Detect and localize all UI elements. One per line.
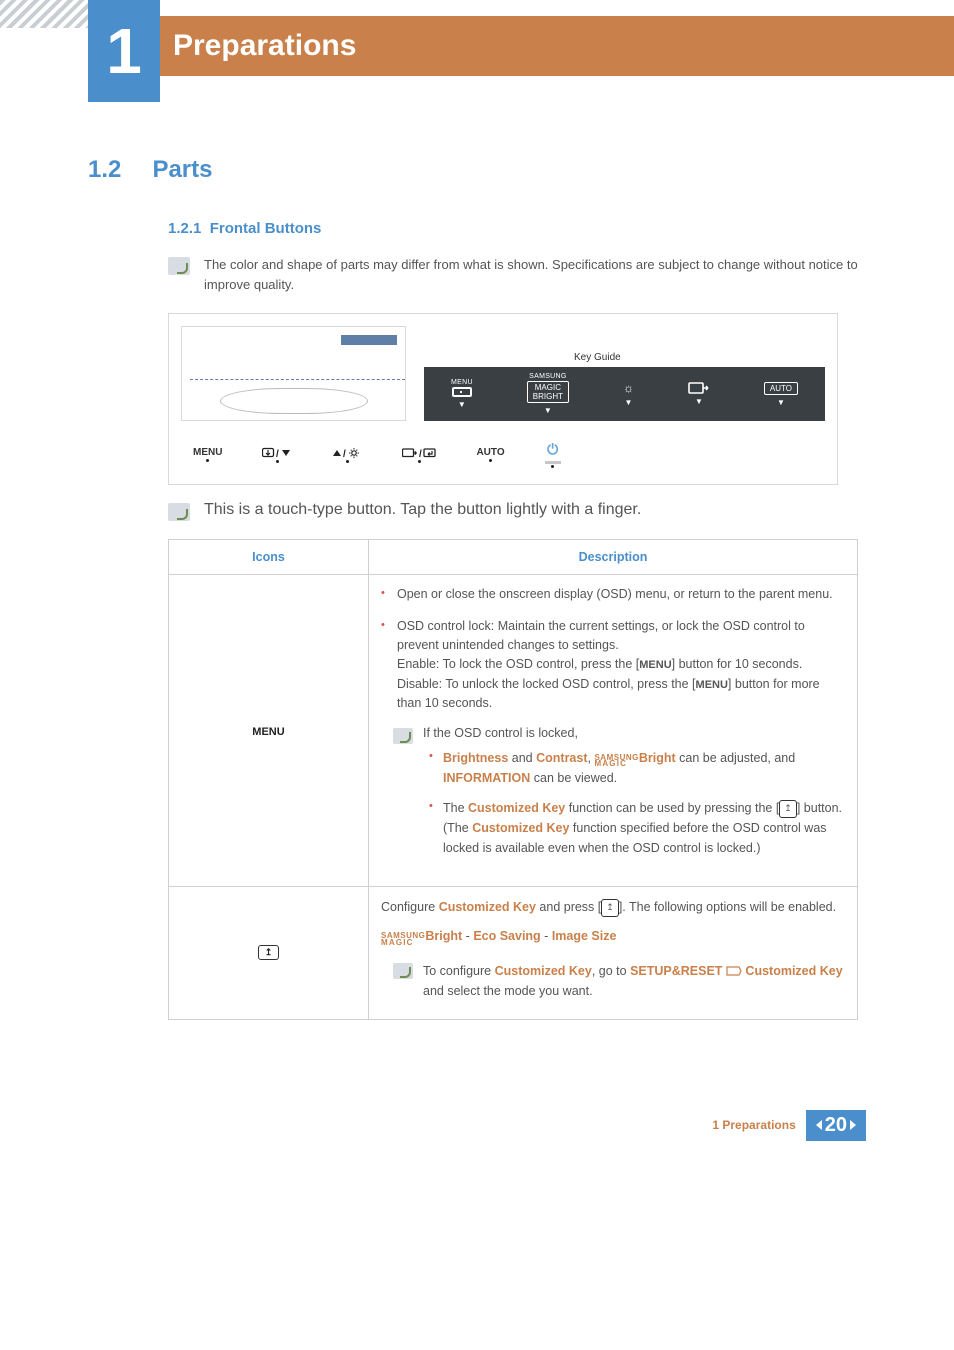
btn-menu: MENU <box>193 447 222 462</box>
note-touch-button: This is a touch-type button. Tap the but… <box>168 501 866 521</box>
customized-key-icon: ↥ <box>779 800 797 818</box>
kg-source: ▼ <box>688 382 710 406</box>
customized-key-note: To configure Customized Key, go to SETUP… <box>393 961 845 1001</box>
icon-cell-customized: ↥ <box>169 887 369 1020</box>
desc-cell-customized: Configure Customized Key and press [↥]. … <box>369 887 858 1020</box>
chapter-title-bar: Preparations <box>88 16 954 76</box>
menu-bullet-1: Open or close the onscreen display (OSD)… <box>381 585 845 604</box>
icon-cell-menu: MENU <box>169 575 369 887</box>
key-guide-label: Key Guide <box>574 352 825 363</box>
kg-samsung-magic-bright: SAMSUNG MAGICBRIGHT ▼ <box>527 373 569 415</box>
kg-menu: MENU ▼ <box>451 379 473 409</box>
note-icon <box>168 503 190 521</box>
subsection-title: Frontal Buttons <box>210 220 322 237</box>
subsection-heading: 1.2.1 Frontal Buttons <box>168 220 866 237</box>
table-row: MENU Open or close the onscreen display … <box>169 575 858 887</box>
svg-text:/: / <box>276 449 279 459</box>
btn-auto: AUTO <box>476 447 504 462</box>
kg-auto: AUTO ▼ <box>764 382 798 407</box>
icons-description-table: Icons Description MENU Open or close the… <box>168 539 858 1019</box>
th-icons: Icons <box>169 540 369 575</box>
osd-sub-2: The Customized Key function can be used … <box>423 798 845 858</box>
note-text: The color and shape of parts may differ … <box>204 255 866 295</box>
th-description: Description <box>369 540 858 575</box>
svg-text:/: / <box>419 449 422 459</box>
btn-customized-down: / <box>262 447 292 463</box>
note-spec-change: The color and shape of parts may differ … <box>168 255 866 295</box>
monitor-illustration <box>181 326 406 421</box>
osd-locked-text: If the OSD control is locked, <box>423 726 845 740</box>
page-footer: 1 Preparations 20 <box>0 1110 954 1141</box>
note-icon <box>393 963 413 979</box>
note-icon <box>393 728 413 744</box>
btn-power: ⏻ <box>545 441 561 468</box>
key-guide-strip: MENU ▼ SAMSUNG MAGICBRIGHT ▼ ☼ ▼ <box>424 367 825 421</box>
customized-key-icon: ↥ <box>258 945 280 960</box>
desc-cell-menu: Open or close the onscreen display (OSD)… <box>369 575 858 887</box>
page-number-box: 20 <box>806 1110 866 1141</box>
subsection-number: 1.2.1 <box>168 220 201 237</box>
page-header: Preparations 1 <box>0 0 954 76</box>
note-text: This is a touch-type button. Tap the but… <box>204 501 641 519</box>
customized-key-icon: ↥ <box>601 899 619 917</box>
note-icon <box>168 257 190 275</box>
kg-brightness: ☼ ▼ <box>623 381 634 407</box>
table-row: ↥ Configure Customized Key and press [↥]… <box>169 887 858 1020</box>
btn-source-enter: / <box>402 447 436 463</box>
section-title: Parts <box>152 156 212 184</box>
section-number: 1.2 <box>88 156 148 184</box>
chapter-number: 1 <box>106 14 142 88</box>
btn-up-brightness: / <box>332 447 362 463</box>
svg-text:/: / <box>343 449 346 459</box>
page-number: 20 <box>825 1114 847 1137</box>
physical-button-row: MENU / / / AUTO ⏻ <box>181 433 825 472</box>
osd-sub-1: Brightness and Contrast, SAMSUNGMAGICBri… <box>423 748 845 789</box>
footer-chapter-text: 1 Preparations <box>712 1118 795 1132</box>
section-heading: 1.2 Parts <box>88 156 866 184</box>
triangle-right-icon <box>850 1120 856 1130</box>
menu-bullet-2: OSD control lock: Maintain the current s… <box>381 617 845 714</box>
chapter-title: Preparations <box>173 29 356 63</box>
osd-locked-note: If the OSD control is locked, Brightness… <box>393 726 845 869</box>
chapter-number-box: 1 <box>88 0 160 102</box>
triangle-left-icon <box>816 1120 822 1130</box>
frontal-buttons-figure: Key Guide MENU ▼ SAMSUNG MAGICBRIGHT ▼ ☼ <box>168 313 838 485</box>
